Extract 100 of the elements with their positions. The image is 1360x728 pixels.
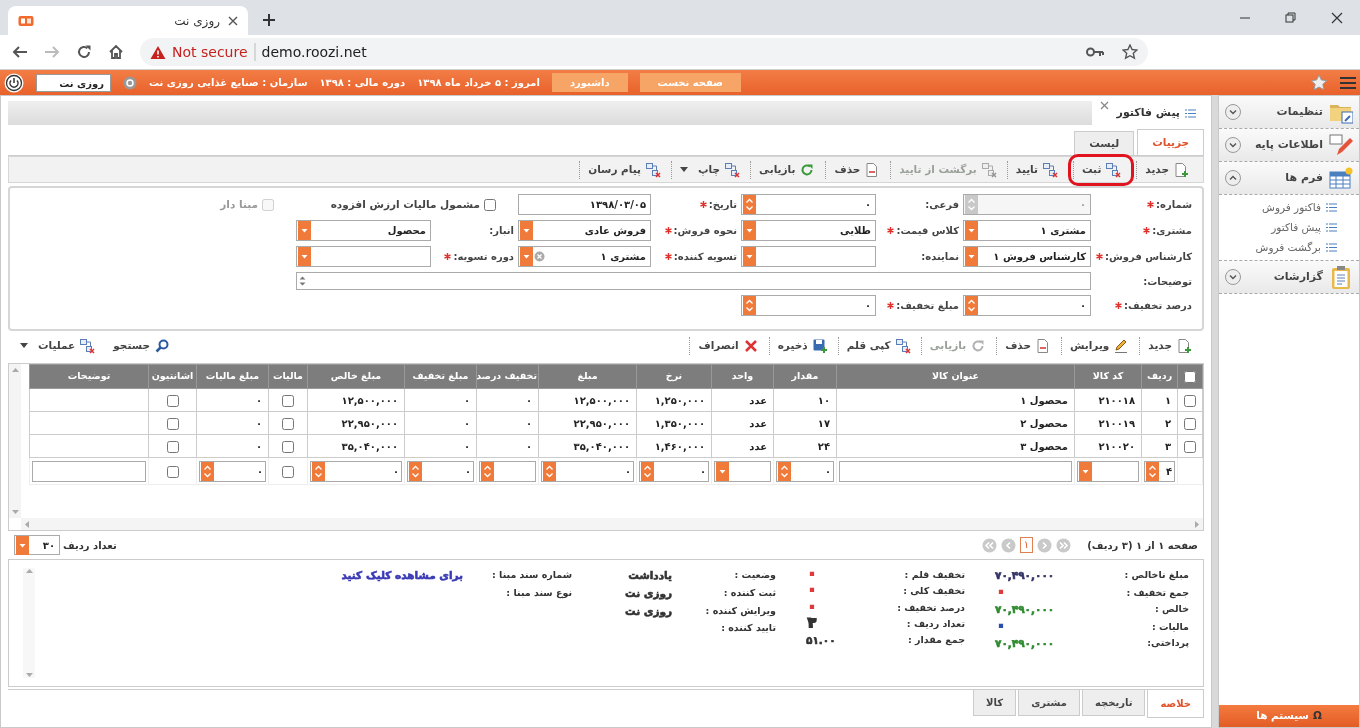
- checkbox[interactable]: [282, 394, 294, 407]
- spinner-arrows-icon[interactable]: [743, 296, 756, 315]
- browser-tab[interactable]: روزی نت: [8, 6, 248, 35]
- toolbar-button[interactable]: تایید: [1006, 160, 1066, 179]
- toolbar-button[interactable]: پیام رسان: [579, 160, 669, 179]
- column-header[interactable]: عنوان کالا: [836, 364, 1075, 389]
- page-tab[interactable]: پیش فاکتور: [1092, 101, 1204, 125]
- number-field[interactable]: [479, 460, 536, 482]
- scroll-right-icon[interactable]: [1195, 520, 1200, 528]
- checkbox[interactable]: [282, 417, 294, 430]
- vertical-scrollbar[interactable]: [9, 364, 21, 518]
- scroll-down-icon[interactable]: [11, 510, 19, 515]
- dropdown-field[interactable]: فروش عادی: [518, 220, 651, 241]
- spinner-arrows-icon[interactable]: [312, 461, 325, 481]
- toolbar-button[interactable]: عملیات: [12, 337, 104, 355]
- column-header[interactable]: نرخ: [636, 364, 712, 389]
- dropdown-field[interactable]: کارشناس فروش ۱: [963, 246, 1091, 267]
- dropdown-field[interactable]: [1077, 460, 1139, 482]
- sidebar-item[interactable]: گزارشات: [1219, 261, 1359, 295]
- address-bar[interactable]: Not secure demo.roozi.net: [140, 38, 1148, 66]
- checkbox[interactable]: [166, 394, 179, 407]
- date-field[interactable]: ۱۳۹۸/۰۳/۰۵: [518, 194, 651, 215]
- toolbar-button[interactable]: جدید: [1139, 337, 1200, 355]
- sidebar-item[interactable]: اطلاعات پایه: [1219, 129, 1359, 162]
- spinner-arrows-icon[interactable]: [409, 461, 422, 481]
- spinner-arrows-icon[interactable]: [1146, 461, 1159, 481]
- number-field[interactable]: ۰: [741, 194, 876, 215]
- column-header[interactable]: ردیف: [1141, 364, 1178, 389]
- tab[interactable]: تاریخچه: [1081, 690, 1146, 716]
- checkbox[interactable]: [282, 440, 294, 453]
- number-field[interactable]: ۰: [407, 460, 474, 482]
- next-page-icon[interactable]: [1000, 537, 1016, 553]
- scroll-left-icon[interactable]: [24, 520, 29, 528]
- star-icon[interactable]: [1310, 73, 1328, 92]
- forward-icon[interactable]: [44, 44, 60, 60]
- last-page-icon[interactable]: [981, 537, 997, 553]
- input-field[interactable]: [839, 460, 1072, 482]
- power-icon[interactable]: [4, 72, 24, 93]
- number-field[interactable]: ۰: [310, 460, 402, 482]
- scroll-up-icon[interactable]: [11, 367, 19, 372]
- chevron-icon[interactable]: [1225, 137, 1241, 153]
- chevron-icon[interactable]: [1225, 269, 1241, 286]
- key-icon[interactable]: [1086, 47, 1104, 57]
- horizontal-scrollbar[interactable]: [21, 518, 1203, 530]
- number-field[interactable]: ۰: [199, 460, 266, 482]
- spinner-arrows-icon[interactable]: [543, 461, 556, 481]
- number-field[interactable]: ۰: [639, 460, 709, 482]
- menu-icon[interactable]: [1340, 75, 1356, 90]
- first-page-icon[interactable]: [1056, 537, 1072, 553]
- checkbox[interactable]: [166, 417, 179, 430]
- toolbar-button[interactable]: کپی قلم: [837, 337, 919, 355]
- dropdown-field[interactable]: طلایی: [741, 220, 876, 241]
- clear-icon[interactable]: [534, 251, 545, 262]
- column-header[interactable]: مقدار: [773, 364, 837, 389]
- checkbox[interactable]: [1184, 417, 1196, 430]
- tab[interactable]: لیست: [1074, 131, 1135, 155]
- close-icon[interactable]: [228, 15, 238, 26]
- reload-icon[interactable]: [76, 44, 92, 60]
- column-header[interactable]: تخفیف درصد: [476, 364, 539, 389]
- scroll-down-icon[interactable]: [25, 673, 33, 678]
- text-area[interactable]: [296, 272, 1091, 290]
- spinner-arrows-icon[interactable]: [778, 461, 791, 481]
- toolbar-button[interactable]: حذف: [996, 337, 1059, 355]
- checkbox[interactable]: [1184, 440, 1196, 453]
- dropdown-field[interactable]: [714, 460, 771, 482]
- column-header[interactable]: توضیحات: [29, 364, 149, 389]
- back-icon[interactable]: [12, 44, 28, 60]
- dropdown-field[interactable]: [296, 246, 431, 267]
- toolbar-button[interactable]: حذف: [825, 160, 889, 179]
- spinner-arrows-icon[interactable]: [641, 461, 654, 481]
- column-header[interactable]: اشانتیون: [148, 364, 197, 389]
- number-field[interactable]: ۴: [1144, 460, 1175, 482]
- tab[interactable]: مشتری: [1018, 690, 1080, 716]
- page-number[interactable]: ۱: [1019, 537, 1034, 553]
- toolbar-button[interactable]: چاپ: [671, 160, 749, 179]
- dropdown-field[interactable]: مشتری ۱: [963, 220, 1091, 241]
- column-header[interactable]: کد کالا: [1074, 364, 1142, 389]
- toolbar-button[interactable]: ذخیره: [768, 337, 836, 355]
- home-icon[interactable]: [108, 44, 124, 60]
- checkbox[interactable]: [282, 465, 294, 478]
- toolbar-button[interactable]: جستجو: [105, 337, 178, 355]
- sidebar-subitem[interactable]: برگشت فروش: [1219, 237, 1359, 258]
- checkbox[interactable]: [166, 440, 179, 453]
- number-field[interactable]: ۰: [741, 295, 876, 316]
- settings-icon[interactable]: [123, 75, 137, 90]
- tab[interactable]: جزییات: [1137, 129, 1204, 155]
- input-field[interactable]: [32, 460, 146, 482]
- tab[interactable]: کالا: [973, 690, 1017, 716]
- sidebar-subitem[interactable]: پیش فاکتور: [1219, 217, 1359, 238]
- sidebar-item[interactable]: تنظیمات: [1219, 96, 1359, 129]
- column-header[interactable]: مبلغ خالص: [307, 364, 405, 389]
- dropdown-field[interactable]: مشتری ۱: [518, 246, 651, 267]
- checkbox[interactable]: [1184, 370, 1196, 383]
- chevron-icon[interactable]: [1225, 170, 1241, 186]
- sidebar-item[interactable]: فرم ها: [1219, 162, 1359, 195]
- number-field[interactable]: ۰: [541, 460, 634, 482]
- restore-icon[interactable]: [1285, 11, 1297, 24]
- scroll-up-icon[interactable]: [25, 568, 33, 573]
- sidebar-subitem[interactable]: فاکتور فروش: [1219, 198, 1359, 218]
- close-icon[interactable]: [1331, 11, 1343, 24]
